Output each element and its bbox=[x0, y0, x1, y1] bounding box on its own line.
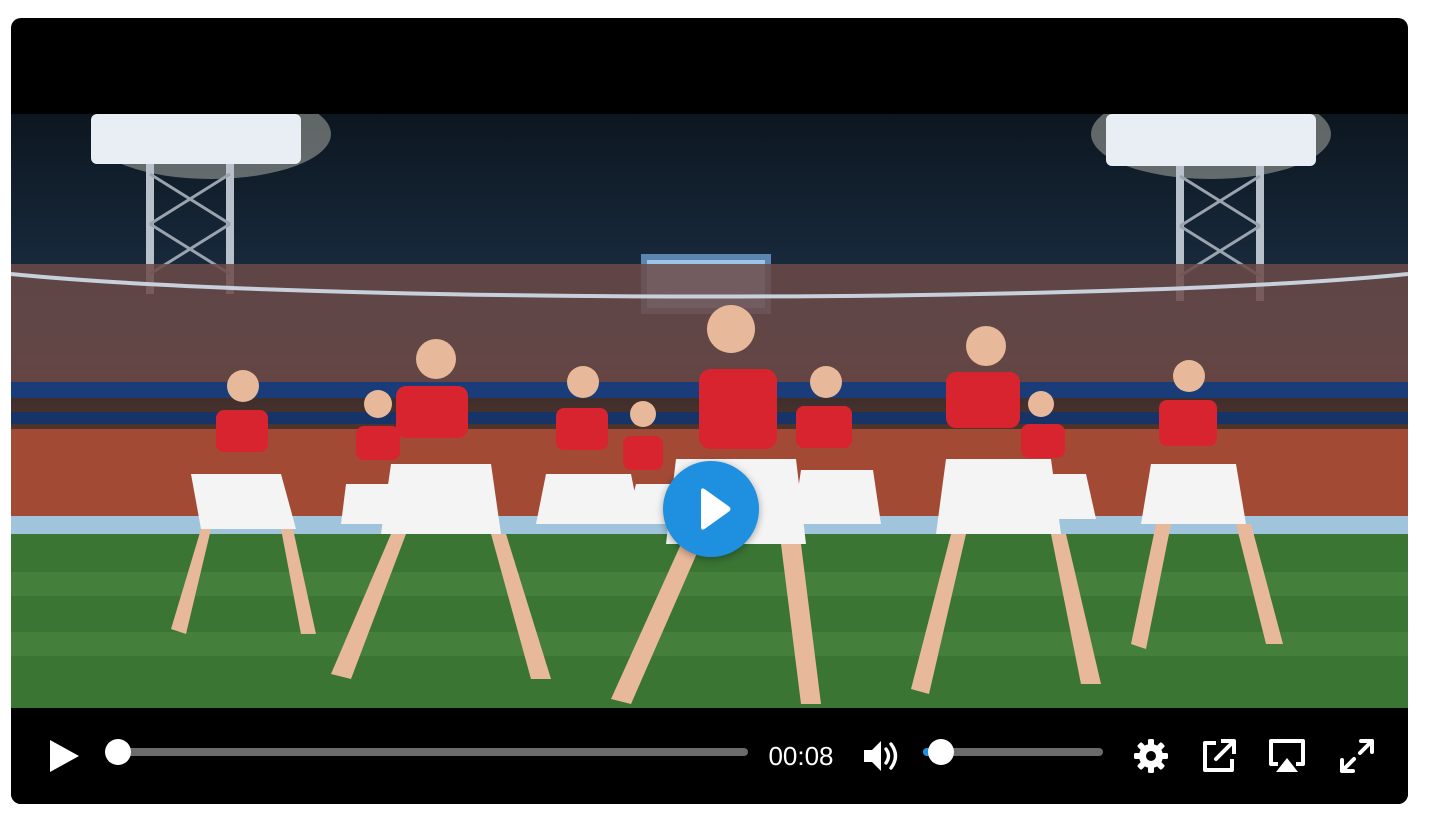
big-play-icon bbox=[701, 488, 731, 530]
fullscreen-icon bbox=[1340, 739, 1374, 773]
progress-scrubber[interactable] bbox=[105, 739, 131, 765]
video-frame[interactable] bbox=[11, 114, 1408, 708]
play-icon bbox=[50, 740, 79, 772]
video-scene bbox=[11, 114, 1408, 708]
video-player: 00:08 bbox=[11, 18, 1408, 804]
popout-button[interactable] bbox=[1199, 736, 1239, 776]
volume-button[interactable] bbox=[861, 736, 901, 776]
volume-icon bbox=[864, 741, 898, 771]
airplay-icon bbox=[1269, 739, 1305, 772]
progress-bar[interactable] bbox=[105, 739, 748, 765]
volume-slider[interactable] bbox=[923, 739, 1103, 765]
control-bar: 00:08 bbox=[11, 708, 1408, 804]
volume-scrubber[interactable] bbox=[928, 739, 954, 765]
settings-button[interactable] bbox=[1131, 736, 1171, 776]
big-play-button[interactable] bbox=[663, 461, 759, 557]
gear-icon bbox=[1134, 739, 1168, 773]
fullscreen-button[interactable] bbox=[1337, 736, 1377, 776]
play-button[interactable] bbox=[45, 734, 85, 778]
current-time: 00:08 bbox=[768, 741, 834, 771]
external-link-icon bbox=[1203, 739, 1236, 772]
airplay-button[interactable] bbox=[1267, 736, 1307, 776]
